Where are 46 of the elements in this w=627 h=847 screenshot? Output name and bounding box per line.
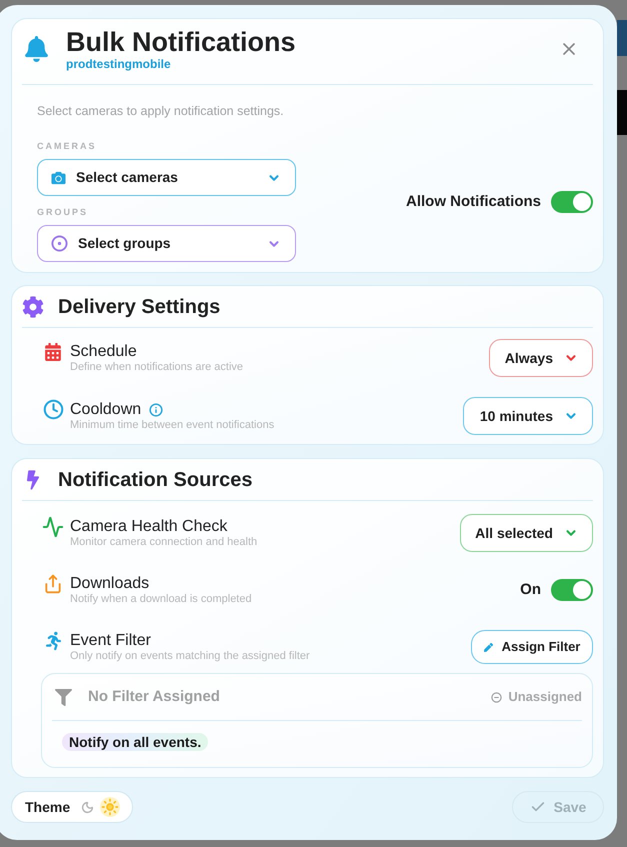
lightning-icon [27, 470, 39, 490]
setting-description: Notify when a download is completed [70, 592, 252, 606]
allow-notifications-label: Allow Notifications [406, 192, 541, 212]
setting-description: Minimum time between event notifications [70, 418, 274, 432]
minus-circle-icon [491, 692, 502, 702]
bell-icon [25, 36, 48, 62]
health-check-dropdown[interactable]: All selected [460, 514, 593, 552]
running-person-icon [46, 630, 60, 650]
setting-title: Event Filter [70, 632, 151, 650]
downloads-toggle[interactable] [551, 579, 593, 601]
section-title: Notification Sources [58, 468, 252, 492]
calendar-icon [45, 342, 61, 360]
field-label: CAMERAS [37, 140, 98, 152]
backdrop-header-bar [617, 20, 627, 56]
setting-description: Monitor camera connection and health [70, 536, 258, 548]
account-name: prodtestingmobile [66, 57, 172, 71]
setting-title: Schedule [70, 342, 137, 360]
pulse-icon [42, 516, 64, 538]
clock-icon [42, 399, 64, 420]
section-title: Delivery Settings [58, 294, 220, 320]
field-label: GROUPS [37, 206, 90, 218]
schedule-dropdown[interactable]: Always [489, 339, 593, 377]
filter-summary-chip: Notify on all events. [62, 733, 208, 751]
cooldown-dropdown[interactable]: 10 minutes [463, 397, 593, 435]
pencil-icon [484, 642, 493, 652]
filter-title: No Filter Assigned [88, 686, 220, 707]
funnel-icon [55, 688, 72, 706]
settings-icon [22, 296, 44, 318]
group-select[interactable]: Select groups [37, 225, 296, 262]
dialog-title: Bulk Notifications [66, 27, 297, 57]
setting-title: Downloads [70, 574, 150, 592]
selection-hint: Select cameras to apply notification settings. [37, 103, 285, 119]
allow-notifications-toggle[interactable] [551, 191, 593, 213]
target-icon [51, 235, 68, 252]
theme-toggle[interactable]: Theme [11, 791, 133, 823]
setting-description: Define when notifications are active [70, 360, 244, 374]
toggle-label: On [520, 580, 541, 600]
setting-description: Only notify on events matching the assigned filter [70, 650, 310, 662]
assign-filter-button[interactable]: Assign Filter [471, 630, 593, 664]
camera-select[interactable]: Select cameras [37, 159, 296, 196]
setting-title: Camera Health Check [70, 518, 228, 536]
upload-icon [43, 574, 63, 594]
camera-icon [51, 170, 66, 184]
filter-status: Unassigned [508, 688, 582, 706]
setting-title: Cooldown [70, 400, 142, 418]
backdrop-dark-panel [617, 90, 627, 135]
